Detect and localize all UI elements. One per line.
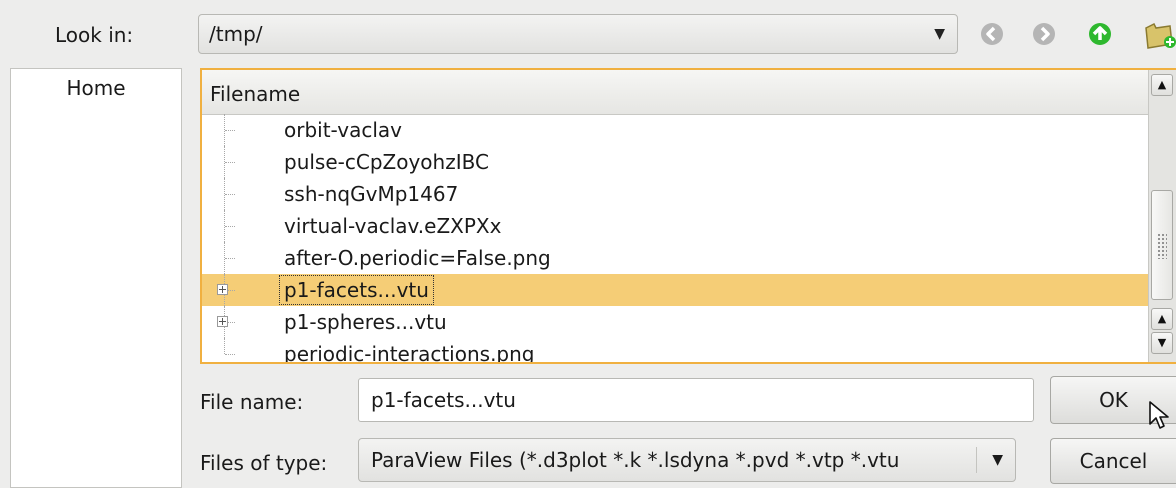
filename-header-label: Filename	[210, 82, 301, 106]
scrollbar-thumb[interactable]	[1151, 190, 1173, 300]
forward-icon[interactable]	[1030, 20, 1058, 48]
tree-line	[224, 210, 239, 242]
list-item[interactable]: pulse-cCpZoyohzIBC	[202, 146, 1148, 178]
file-name: p1-spheres...vtu	[284, 310, 447, 334]
file-name: orbit-vaclav	[284, 118, 402, 142]
look-in-combo[interactable]: /tmp/ ▼	[198, 14, 958, 54]
combo-arrow-icon: ▼	[992, 452, 1003, 468]
divider	[976, 447, 977, 473]
tree-line	[224, 338, 239, 355]
list-item-selected[interactable]: p1-facets...vtu	[202, 274, 1148, 306]
tree-line	[224, 242, 239, 274]
scroll-up-icon[interactable]: ▲	[1151, 308, 1173, 330]
list-item[interactable]: p1-spheres...vtu	[202, 306, 1148, 338]
look-in-label: Look in:	[55, 23, 134, 47]
list-item[interactable]: after-O.periodic=False.png	[202, 242, 1148, 274]
file-name: ssh-nqGvMp1467	[284, 182, 459, 206]
scroll-up-icon[interactable]: ▲	[1151, 74, 1173, 96]
new-folder-icon[interactable]	[1142, 20, 1176, 49]
sidebar: Home	[10, 68, 182, 488]
file-name-input[interactable]	[359, 379, 1033, 421]
file-type-combo[interactable]: ParaView Files (*.d3plot *.k *.lsdyna *.…	[358, 438, 1016, 482]
file-name: p1-facets...vtu	[278, 274, 435, 306]
filename-column-header[interactable]: Filename	[202, 70, 1148, 115]
list-item[interactable]: orbit-vaclav	[202, 114, 1148, 146]
file-name: pulse-cCpZoyohzIBC	[284, 150, 489, 174]
list-item[interactable]: virtual-vaclav.eZXPXx	[202, 210, 1148, 242]
tree-line	[224, 146, 239, 178]
vertical-scrollbar[interactable]: ▲ ▲ ▼	[1148, 70, 1176, 362]
cancel-button[interactable]: Cancel	[1050, 438, 1176, 484]
file-name-field[interactable]	[358, 378, 1034, 422]
file-name-label: File name:	[200, 390, 304, 414]
file-list[interactable]: Filename orbit-vaclav pulse-cCpZoyohzIBC…	[200, 68, 1176, 364]
back-icon[interactable]	[978, 20, 1006, 48]
scroll-down-icon[interactable]: ▼	[1151, 332, 1173, 354]
expand-icon[interactable]	[217, 316, 228, 327]
parent-dir-icon[interactable]	[1086, 20, 1114, 48]
combo-arrow-icon: ▼	[934, 26, 945, 42]
mouse-cursor-icon	[1148, 400, 1170, 430]
file-type-label: Files of type:	[200, 451, 328, 475]
list-item[interactable]: periodic-interactions.png	[202, 338, 1148, 364]
list-item[interactable]: ssh-nqGvMp1467	[202, 178, 1148, 210]
file-name: periodic-interactions.png	[284, 342, 535, 364]
sidebar-item-home[interactable]: Home	[11, 75, 181, 101]
file-rows: orbit-vaclav pulse-cCpZoyohzIBC ssh-nqGv…	[202, 114, 1148, 364]
look-in-path: /tmp/	[209, 22, 263, 46]
file-name: virtual-vaclav.eZXPXx	[284, 214, 502, 238]
file-name: after-O.periodic=False.png	[284, 246, 551, 270]
grip-icon	[1157, 233, 1167, 259]
tree-line	[224, 114, 239, 146]
tree-line	[224, 178, 239, 210]
expand-icon[interactable]	[217, 284, 228, 295]
file-type-value: ParaView Files (*.d3plot *.k *.lsdyna *.…	[371, 448, 900, 472]
